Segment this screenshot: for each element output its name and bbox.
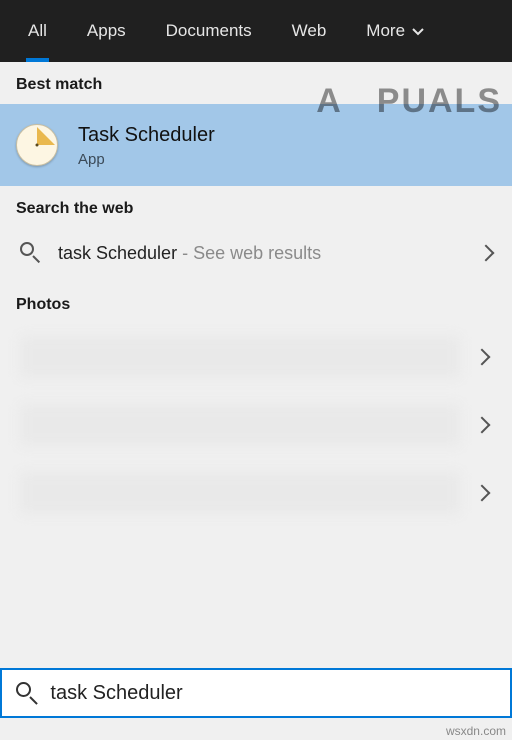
search-bar[interactable]: [0, 668, 512, 718]
photo-thumbnail: [20, 472, 460, 514]
search-tabs: All Apps Documents Web More: [0, 0, 512, 62]
tab-all[interactable]: All: [8, 0, 67, 62]
web-result-hint-prefix: -: [177, 243, 193, 263]
tab-more-label: More: [366, 21, 405, 41]
best-match-text: Task Scheduler App: [78, 123, 215, 168]
photo-thumbnail: [20, 404, 460, 446]
task-scheduler-icon: [16, 124, 58, 166]
tab-apps[interactable]: Apps: [67, 0, 146, 62]
photo-result-row[interactable]: [0, 460, 512, 526]
section-best-match-label: Best match: [0, 62, 512, 104]
section-photos-label: Photos: [0, 282, 512, 324]
chevron-right-icon: [474, 349, 491, 366]
tab-web[interactable]: Web: [272, 0, 347, 62]
photos-results: [0, 324, 512, 526]
photo-thumbnail: [20, 336, 460, 378]
search-icon: [16, 682, 36, 704]
search-results-panel: APUALS Best match Task Scheduler App Sea…: [0, 62, 512, 654]
search-icon: [20, 242, 42, 264]
chevron-right-icon: [474, 417, 491, 434]
web-result-hint: See web results: [193, 243, 321, 263]
web-result-query: task Scheduler: [58, 243, 177, 263]
search-input[interactable]: [50, 682, 496, 705]
web-result-row[interactable]: task Scheduler - See web results: [0, 228, 512, 282]
best-match-result[interactable]: Task Scheduler App: [0, 104, 512, 186]
chevron-down-icon: [411, 24, 425, 38]
photo-result-row[interactable]: [0, 392, 512, 458]
chevron-right-icon: [478, 245, 495, 262]
section-search-web-label: Search the web: [0, 186, 512, 228]
tab-more[interactable]: More: [346, 0, 445, 62]
chevron-right-icon: [474, 485, 491, 502]
photo-result-row[interactable]: [0, 324, 512, 390]
tab-documents[interactable]: Documents: [146, 0, 272, 62]
best-match-subtitle: App: [78, 151, 215, 168]
source-attribution: wsxdn.com: [446, 724, 506, 738]
best-match-title: Task Scheduler: [78, 123, 215, 147]
